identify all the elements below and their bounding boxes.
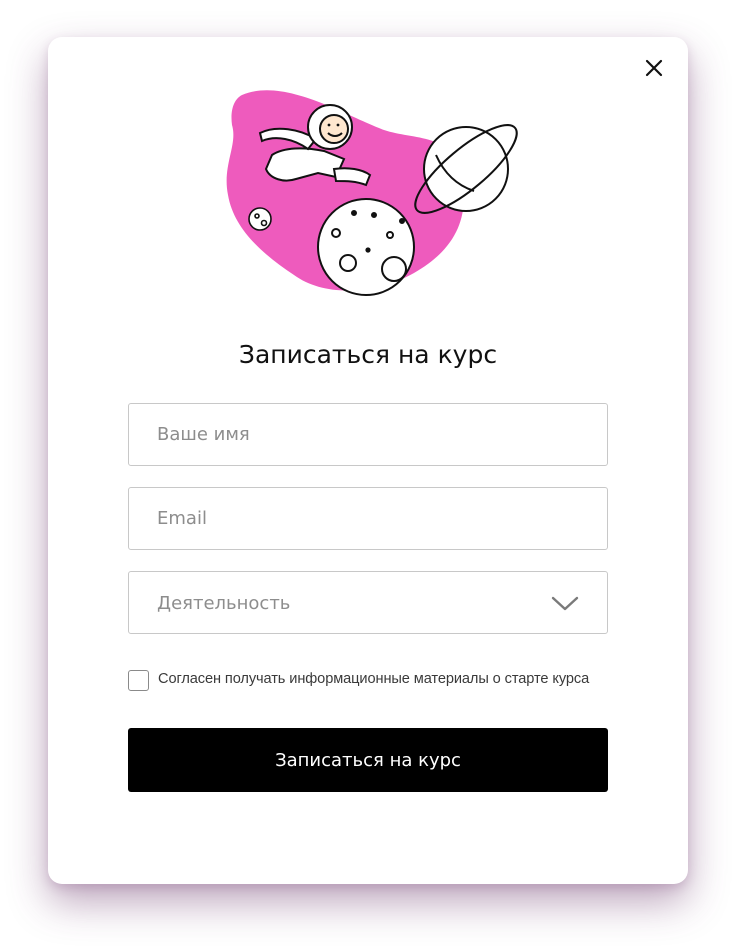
close-button[interactable] [642,56,666,80]
name-field[interactable] [128,403,608,466]
name-input[interactable] [129,404,607,465]
consent-label: Согласен получать информационные материа… [158,671,590,687]
small-planet [248,207,272,231]
astronaut-planets-illustration [226,90,518,296]
moon [317,198,415,296]
activity-select-label: Деятельность [157,593,291,614]
email-field[interactable] [128,487,608,550]
activity-select[interactable]: Деятельность [128,571,608,634]
chevron-down-icon [551,596,579,611]
modal-title: Записаться на курс [238,340,498,369]
submit-button[interactable]: Записаться на курс [128,728,608,792]
consent-checkbox[interactable] [128,670,149,691]
consent-row: Согласен получать информационные материа… [128,669,628,697]
signup-modal: Записаться на курс Деятельность Согласен… [48,37,688,884]
email-input[interactable] [129,488,607,549]
close-icon [645,59,663,77]
